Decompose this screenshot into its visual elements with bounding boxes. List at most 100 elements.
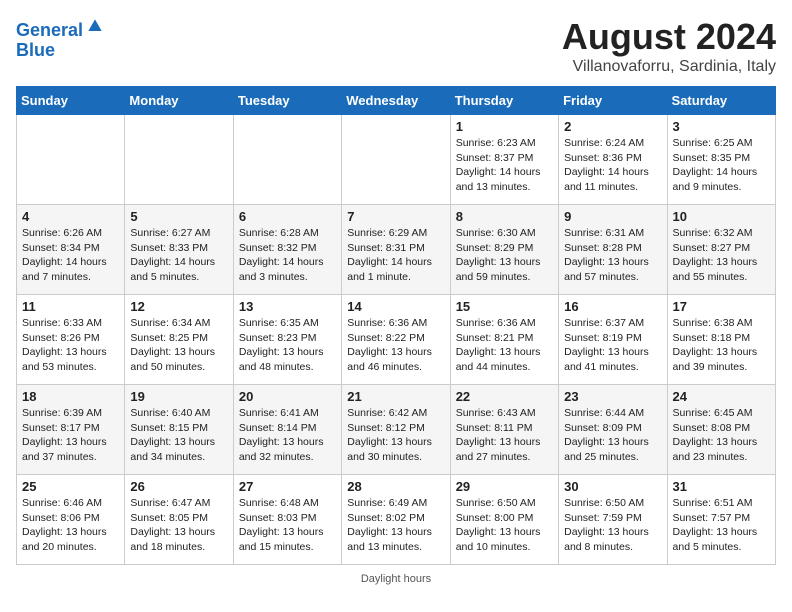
calendar-cell: 4Sunrise: 6:26 AM Sunset: 8:34 PM Daylig… [17,205,125,295]
day-info: Sunrise: 6:50 AM Sunset: 7:59 PM Dayligh… [564,496,661,555]
day-number: 29 [456,479,553,494]
day-info: Sunrise: 6:31 AM Sunset: 8:28 PM Dayligh… [564,226,661,285]
day-number: 21 [347,389,444,404]
page-header: General Blue August 2024 Villanovaforru,… [16,16,776,76]
day-number: 10 [673,209,770,224]
day-number: 16 [564,299,661,314]
day-info: Sunrise: 6:45 AM Sunset: 8:08 PM Dayligh… [673,406,770,465]
day-number: 23 [564,389,661,404]
calendar-cell: 7 Sunrise: 6:29 AM Sunset: 8:31 PM Daylig… [342,205,450,295]
day-info: Sunrise: 6:48 AM Sunset: 8:03 PM Dayligh… [239,496,336,555]
day-info: Sunrise: 6:24 AM Sunset: 8:36 PM Dayligh… [564,136,661,195]
calendar-cell: 24Sunrise: 6:45 AM Sunset: 8:08 PM Dayli… [667,385,775,475]
calendar-table: SundayMondayTuesdayWednesdayThursdayFrid… [16,86,776,565]
day-number: 30 [564,479,661,494]
calendar-week-2: 4Sunrise: 6:26 AM Sunset: 8:34 PM Daylig… [17,205,776,295]
calendar-cell: 19 Sunrise: 6:40 AM Sunset: 8:15 PM Dayli… [125,385,233,475]
day-number: 11 [22,299,119,314]
calendar-title: August 2024 [562,16,776,58]
day-number: 28 [347,479,444,494]
calendar-week-3: 11Sunrise: 6:33 AM Sunset: 8:26 PM Dayli… [17,295,776,385]
day-number: 5 [130,209,227,224]
daylight-label: Daylight hours [361,573,431,585]
calendar-cell: 22 Sunrise: 6:43 AM Sunset: 8:11 PM Dayli… [450,385,558,475]
calendar-cell: 26 Sunrise: 6:47 AM Sunset: 8:05 PM Dayli… [125,475,233,565]
title-block: August 2024 Villanovaforru, Sardinia, It… [562,16,776,76]
day-info: Sunrise: 6:49 AM Sunset: 8:02 PM Dayligh… [347,496,444,555]
footer: Daylight hours [16,573,776,585]
day-number: 1 [456,119,553,134]
calendar-cell: 9Sunrise: 6:31 AM Sunset: 8:28 PM Daylig… [559,205,667,295]
day-number: 20 [239,389,336,404]
day-info: Sunrise: 6:29 AM Sunset: 8:31 PM Dayligh… [347,226,444,285]
day-info: Sunrise: 6:26 AM Sunset: 8:34 PM Dayligh… [22,226,119,285]
calendar-cell: 8 Sunrise: 6:30 AM Sunset: 8:29 PM Daylig… [450,205,558,295]
calendar-cell: 14 Sunrise: 6:36 AM Sunset: 8:22 PM Dayli… [342,295,450,385]
day-number: 7 [347,209,444,224]
day-info: Sunrise: 6:34 AM Sunset: 8:25 PM Dayligh… [130,316,227,375]
day-number: 26 [130,479,227,494]
day-info: Sunrise: 6:28 AM Sunset: 8:32 PM Dayligh… [239,226,336,285]
day-info: Sunrise: 6:39 AM Sunset: 8:17 PM Dayligh… [22,406,119,465]
day-info: Sunrise: 6:42 AM Sunset: 8:12 PM Dayligh… [347,406,444,465]
day-info: Sunrise: 6:38 AM Sunset: 8:18 PM Dayligh… [673,316,770,375]
day-number: 3 [673,119,770,134]
day-info: Sunrise: 6:47 AM Sunset: 8:05 PM Dayligh… [130,496,227,555]
day-number: 22 [456,389,553,404]
calendar-cell: 20 Sunrise: 6:41 AM Sunset: 8:14 PM Dayli… [233,385,341,475]
day-info: Sunrise: 6:44 AM Sunset: 8:09 PM Dayligh… [564,406,661,465]
day-number: 13 [239,299,336,314]
day-number: 8 [456,209,553,224]
calendar-subtitle: Villanovaforru, Sardinia, Italy [562,58,776,76]
calendar-cell: 11Sunrise: 6:33 AM Sunset: 8:26 PM Dayli… [17,295,125,385]
calendar-cell: 10 Sunrise: 6:32 AM Sunset: 8:27 PM Dayli… [667,205,775,295]
logo-blue: Blue [16,40,55,60]
col-header-tuesday: Tuesday [233,87,341,115]
col-header-wednesday: Wednesday [342,87,450,115]
calendar-week-4: 18 Sunrise: 6:39 AM Sunset: 8:17 PM Dayli… [17,385,776,475]
day-number: 14 [347,299,444,314]
day-info: Sunrise: 6:36 AM Sunset: 8:21 PM Dayligh… [456,316,553,375]
calendar-cell: 1 Sunrise: 6:23 AM Sunset: 8:37 PM Daylig… [450,115,558,205]
day-number: 17 [673,299,770,314]
calendar-cell: 30 Sunrise: 6:50 AM Sunset: 7:59 PM Dayli… [559,475,667,565]
day-info: Sunrise: 6:25 AM Sunset: 8:35 PM Dayligh… [673,136,770,195]
day-info: Sunrise: 6:37 AM Sunset: 8:19 PM Dayligh… [564,316,661,375]
calendar-week-1: 1 Sunrise: 6:23 AM Sunset: 8:37 PM Daylig… [17,115,776,205]
col-header-thursday: Thursday [450,87,558,115]
day-number: 12 [130,299,227,314]
col-header-saturday: Saturday [667,87,775,115]
day-info: Sunrise: 6:30 AM Sunset: 8:29 PM Dayligh… [456,226,553,285]
day-info: Sunrise: 6:23 AM Sunset: 8:37 PM Dayligh… [456,136,553,195]
logo: General Blue [16,16,105,61]
calendar-header: SundayMondayTuesdayWednesdayThursdayFrid… [17,87,776,115]
calendar-cell: 21 Sunrise: 6:42 AM Sunset: 8:12 PM Dayli… [342,385,450,475]
calendar-cell [233,115,341,205]
day-number: 25 [22,479,119,494]
day-number: 18 [22,389,119,404]
day-info: Sunrise: 6:40 AM Sunset: 8:15 PM Dayligh… [130,406,227,465]
calendar-cell: 23 Sunrise: 6:44 AM Sunset: 8:09 PM Dayli… [559,385,667,475]
calendar-cell: 16 Sunrise: 6:37 AM Sunset: 8:19 PM Dayli… [559,295,667,385]
day-info: Sunrise: 6:43 AM Sunset: 8:11 PM Dayligh… [456,406,553,465]
day-info: Sunrise: 6:36 AM Sunset: 8:22 PM Dayligh… [347,316,444,375]
day-number: 27 [239,479,336,494]
col-header-sunday: Sunday [17,87,125,115]
day-info: Sunrise: 6:32 AM Sunset: 8:27 PM Dayligh… [673,226,770,285]
calendar-cell: 2 Sunrise: 6:24 AM Sunset: 8:36 PM Daylig… [559,115,667,205]
calendar-cell: 18 Sunrise: 6:39 AM Sunset: 8:17 PM Dayli… [17,385,125,475]
calendar-week-5: 25 Sunrise: 6:46 AM Sunset: 8:06 PM Dayli… [17,475,776,565]
calendar-body: 1 Sunrise: 6:23 AM Sunset: 8:37 PM Daylig… [17,115,776,565]
col-header-friday: Friday [559,87,667,115]
day-number: 15 [456,299,553,314]
calendar-cell: 6Sunrise: 6:28 AM Sunset: 8:32 PM Daylig… [233,205,341,295]
calendar-cell: 31Sunrise: 6:51 AM Sunset: 7:57 PM Dayli… [667,475,775,565]
calendar-cell: 13Sunrise: 6:35 AM Sunset: 8:23 PM Dayli… [233,295,341,385]
day-number: 19 [130,389,227,404]
calendar-cell: 12 Sunrise: 6:34 AM Sunset: 8:25 PM Dayli… [125,295,233,385]
day-info: Sunrise: 6:41 AM Sunset: 8:14 PM Dayligh… [239,406,336,465]
calendar-cell: 15 Sunrise: 6:36 AM Sunset: 8:21 PM Dayli… [450,295,558,385]
day-number: 2 [564,119,661,134]
calendar-cell: 27 Sunrise: 6:48 AM Sunset: 8:03 PM Dayli… [233,475,341,565]
day-info: Sunrise: 6:46 AM Sunset: 8:06 PM Dayligh… [22,496,119,555]
